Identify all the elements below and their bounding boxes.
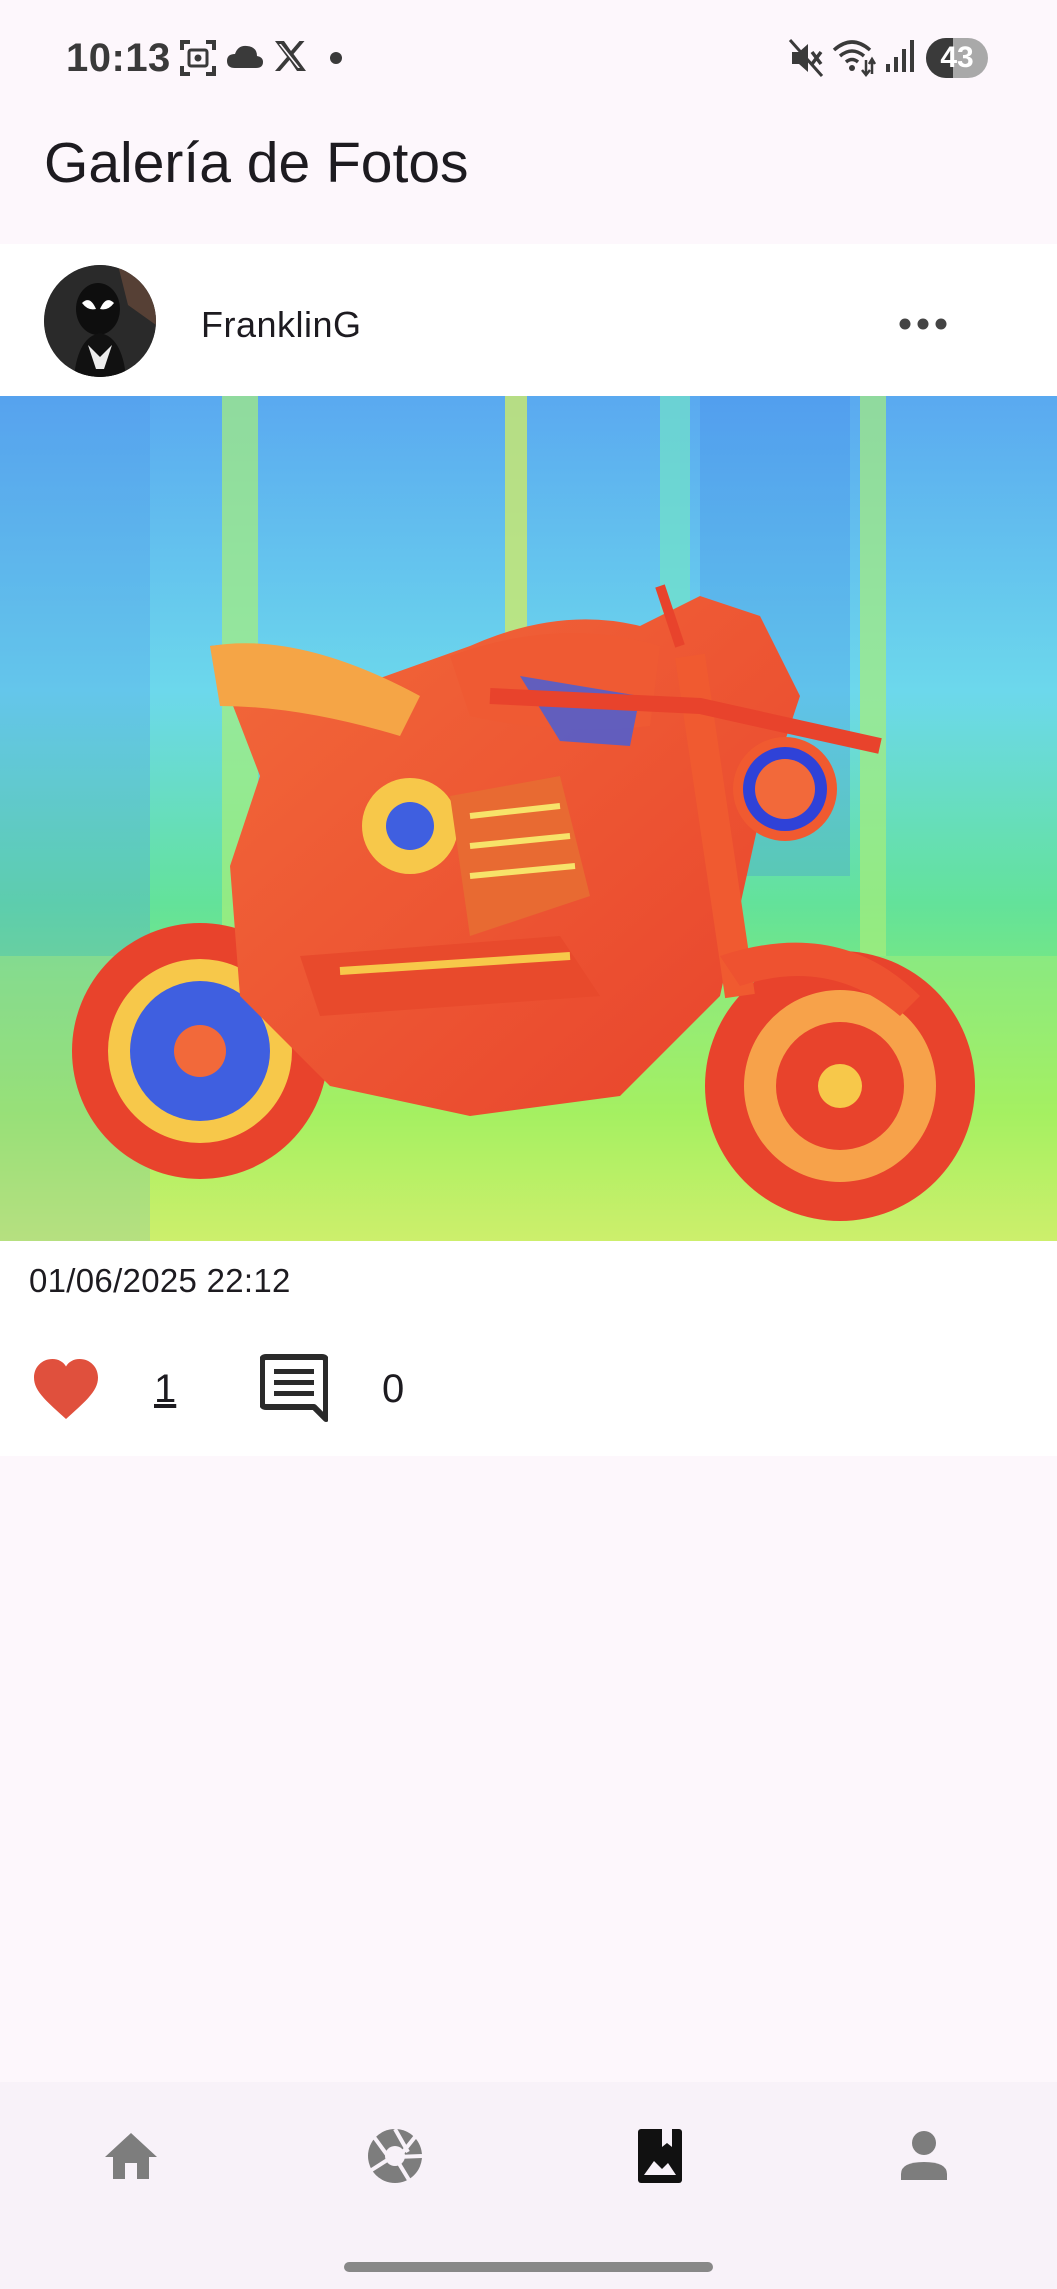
dot-icon: [330, 52, 342, 64]
heart-icon: [34, 1359, 98, 1419]
signal-icon: [886, 40, 914, 72]
comment-icon: [259, 1354, 329, 1422]
post-photo[interactable]: [0, 396, 1057, 1241]
post-card: FranklinG 01/06/2025 22:12 1 0: [0, 244, 1057, 1456]
post-date: 01/06/2025 22:12: [29, 1262, 291, 1299]
battery-icon: 43: [926, 38, 988, 78]
avatar-image: [44, 265, 156, 377]
post-actions: 1 0: [0, 1349, 1057, 1449]
more-options-button[interactable]: [880, 294, 966, 354]
status-bar: 10:13 43: [0, 0, 1057, 118]
screenshot-icon: [180, 40, 216, 76]
like-count[interactable]: 1: [154, 1367, 176, 1412]
post-header: FranklinG: [0, 244, 1057, 396]
battery-level: 43: [940, 41, 974, 74]
bottom-navigation: [0, 2082, 1057, 2289]
mute-icon: [788, 39, 824, 77]
camera-aperture-icon: [368, 2128, 423, 2183]
home-indicator[interactable]: [344, 2262, 713, 2272]
nav-item-profile[interactable]: [824, 2106, 1024, 2206]
home-icon: [105, 2133, 157, 2179]
more-horizontal-icon: [899, 318, 947, 330]
page-title: Galería de Fotos: [44, 131, 469, 195]
like-button[interactable]: [32, 1357, 100, 1423]
username[interactable]: FranklinG: [201, 304, 362, 346]
nav-item-gallery[interactable]: [560, 2106, 760, 2206]
person-icon: [901, 2131, 947, 2180]
cloud-icon: [227, 45, 263, 68]
nav-item-home[interactable]: [31, 2106, 231, 2206]
comment-button[interactable]: [259, 1353, 329, 1423]
avatar[interactable]: [44, 265, 156, 377]
status-time: 10:13: [66, 36, 171, 80]
motorcycle-photo: [0, 396, 1057, 1241]
x-logo-icon: [275, 41, 306, 71]
photo-bookmark-icon: [638, 2129, 682, 2183]
wifi-icon: [832, 40, 876, 78]
nav-item-camera[interactable]: [295, 2106, 495, 2206]
comment-count: 0: [382, 1367, 405, 1411]
